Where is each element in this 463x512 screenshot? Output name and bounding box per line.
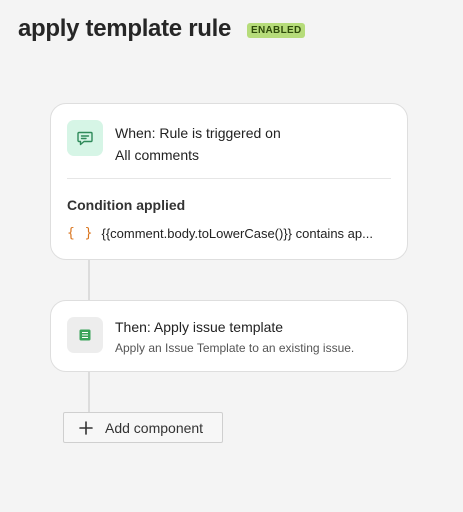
condition-text: {{comment.body.toLowerCase()}} contains …	[101, 226, 373, 241]
action-card[interactable]: Then: Apply issue template Apply an Issu…	[50, 300, 408, 372]
plus-icon	[79, 420, 93, 435]
trigger-line-2: All comments	[115, 147, 200, 163]
comment-icon	[67, 120, 103, 156]
trigger-card[interactable]: When: Rule is triggered on All comments …	[50, 103, 408, 260]
condition-heading: Condition applied	[67, 197, 186, 213]
flow-connector	[88, 372, 90, 412]
action-description: Apply an Issue Template to an existing i…	[115, 341, 355, 355]
page-title: apply template rule	[18, 15, 232, 42]
trigger-line-1: When: Rule is triggered on	[115, 125, 281, 141]
braces-icon: { }	[67, 226, 94, 241]
divider	[67, 178, 391, 179]
flow-connector	[88, 260, 90, 300]
status-badge: ENABLED	[247, 22, 306, 38]
add-component-label: Add component	[105, 419, 204, 436]
template-icon	[67, 317, 103, 353]
action-title: Then: Apply issue template	[115, 319, 284, 335]
condition-row: { } {{comment.body.toLowerCase()}} conta…	[67, 226, 393, 241]
trigger-description: When: Rule is triggered on All comments	[115, 122, 281, 166]
page-header: apply template rule ENABLED	[18, 15, 306, 43]
add-component-button[interactable]: Add component	[63, 412, 223, 443]
